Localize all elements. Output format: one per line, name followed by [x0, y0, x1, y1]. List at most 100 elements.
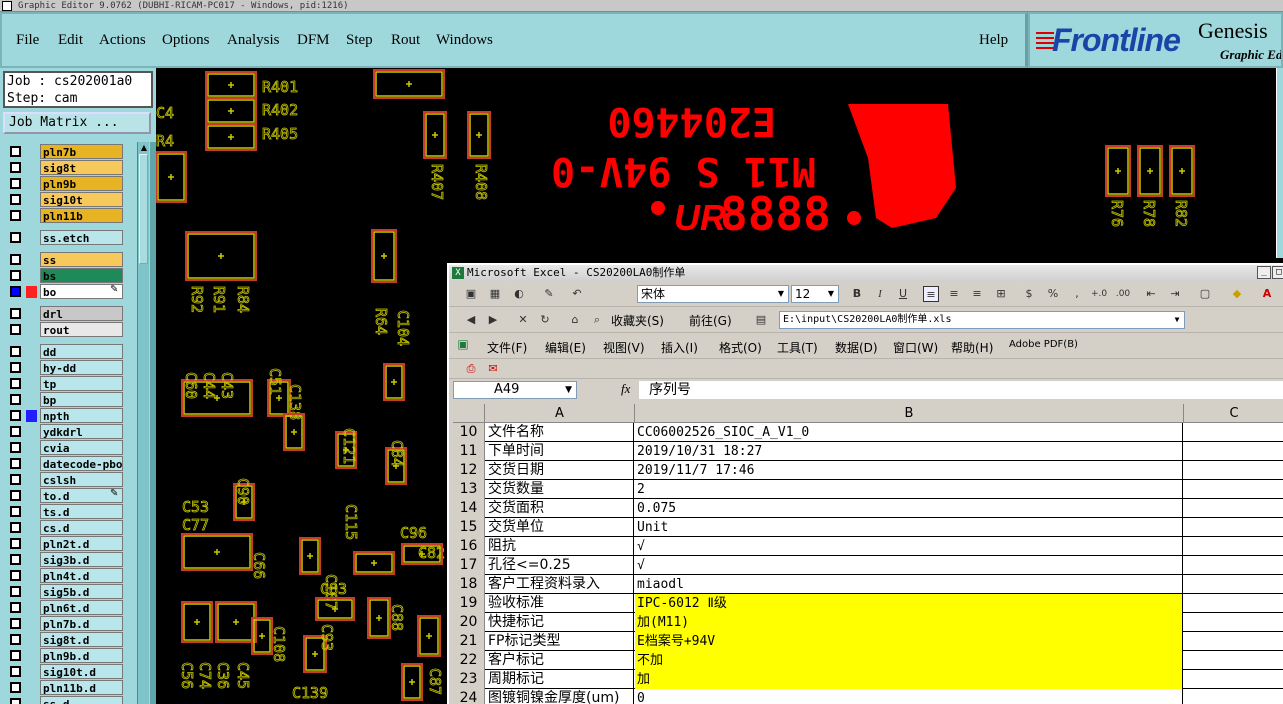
cell-a[interactable]: 文件名称 — [485, 423, 634, 442]
layer-checkbox[interactable] — [10, 362, 21, 373]
cell-b[interactable]: 加(M11) — [635, 613, 1183, 632]
cell-b[interactable]: E档案号+94V — [635, 632, 1183, 651]
layer-checkbox[interactable] — [10, 522, 21, 533]
indent-icon[interactable]: ⇥ — [1167, 286, 1183, 302]
layer-checkbox[interactable] — [10, 586, 21, 597]
cell-a[interactable]: 交货面积 — [485, 499, 634, 518]
layer-checkbox[interactable] — [10, 308, 21, 319]
layer-row[interactable]: tp — [4, 376, 134, 391]
excel-menu-item[interactable]: 帮助(H) — [951, 339, 993, 356]
pdf-mail-icon[interactable]: ✉ — [485, 361, 501, 377]
cell-b[interactable]: √ — [635, 537, 1183, 556]
excel-menu-item[interactable]: Adobe PDF(B) — [1009, 339, 1078, 350]
forward-icon[interactable]: ▶ — [485, 312, 501, 328]
cell-c[interactable] — [1184, 499, 1283, 518]
layer-row[interactable]: cs.d — [4, 520, 134, 535]
layer-row[interactable]: ss.d — [4, 696, 134, 704]
layer-row[interactable]: rout — [4, 322, 134, 337]
show-only-web-icon[interactable]: ▤ — [753, 312, 769, 328]
cell-b[interactable]: 2019/10/31 18:27 — [635, 442, 1183, 461]
layer-checkbox[interactable] — [10, 490, 21, 501]
comma-icon[interactable]: , — [1069, 286, 1085, 302]
circle-icon[interactable]: ◐ — [511, 286, 527, 302]
cell-a[interactable]: 周期标记 — [485, 670, 634, 689]
row-number[interactable]: 16 — [453, 537, 485, 556]
cell-a[interactable]: 客户标记 — [485, 651, 634, 670]
layer-checkbox[interactable] — [10, 634, 21, 645]
row-number[interactable]: 17 — [453, 556, 485, 575]
layer-row[interactable]: npth — [4, 408, 134, 423]
scroll-up-icon[interactable]: ▲ — [139, 142, 149, 153]
row-number[interactable]: 10 — [453, 423, 485, 442]
search-icon[interactable]: ⌕ — [589, 312, 605, 328]
layer-row[interactable]: ydkdrl — [4, 424, 134, 439]
layer-checkbox[interactable] — [10, 254, 21, 265]
layer-checkbox[interactable] — [10, 666, 21, 677]
cell-a[interactable]: 交货日期 — [485, 461, 634, 480]
cell-c[interactable] — [1184, 670, 1283, 689]
cell-b[interactable]: √ — [635, 556, 1183, 575]
cell-a[interactable]: 客户工程资料录入 — [485, 575, 634, 594]
cell-b[interactable]: 0.075 — [635, 499, 1183, 518]
layer-row[interactable]: hy-dd — [4, 360, 134, 375]
layer-checkbox[interactable] — [10, 442, 21, 453]
cell-b[interactable]: 2 — [635, 480, 1183, 499]
layer-row[interactable]: cslsh — [4, 472, 134, 487]
menu-file[interactable]: File — [16, 32, 39, 49]
cell-c[interactable] — [1184, 651, 1283, 670]
layer-row[interactable]: cvia — [4, 440, 134, 455]
cell-c[interactable] — [1184, 575, 1283, 594]
cell-b[interactable]: miaodl — [635, 575, 1183, 594]
stop-icon[interactable]: ✕ — [515, 312, 531, 328]
currency-icon[interactable]: $ — [1021, 286, 1037, 302]
cell-b[interactable]: CC06002526_SIOC_A_V1_0 — [635, 423, 1183, 442]
layer-row[interactable]: sig3b.d — [4, 552, 134, 567]
layer-row[interactable]: ss.etch — [4, 230, 134, 245]
font-size-select[interactable]: 12 ▼ — [791, 285, 839, 303]
excel-menu-item[interactable]: 编辑(E) — [545, 339, 586, 356]
layer-row[interactable]: pln7b — [4, 144, 134, 159]
cell-a[interactable]: 阻抗 — [485, 537, 634, 556]
excel-menu-item[interactable]: 工具(T) — [777, 339, 818, 356]
excel-menu-item[interactable]: 插入(I) — [661, 339, 698, 356]
row-number[interactable]: 21 — [453, 632, 485, 651]
cell-a[interactable]: 孔径<=0.25 — [485, 556, 634, 575]
brush-icon[interactable]: ✎ — [541, 286, 557, 302]
layer-row[interactable]: ts.d — [4, 504, 134, 519]
cell-b[interactable]: 加 — [635, 670, 1183, 689]
layer-row[interactable]: pln9b — [4, 176, 134, 191]
layer-checkbox[interactable] — [10, 346, 21, 357]
outdent-icon[interactable]: ⇤ — [1143, 286, 1159, 302]
grid-icon[interactable]: ▦ — [487, 286, 503, 302]
fx-icon[interactable]: fx — [621, 381, 630, 397]
layer-checkbox[interactable] — [10, 458, 21, 469]
layer-row[interactable]: bo ✎ — [4, 284, 134, 299]
bold-icon[interactable]: B — [849, 286, 865, 302]
layer-checkbox[interactable] — [10, 650, 21, 661]
home-icon[interactable]: ⌂ — [567, 312, 583, 328]
layer-row[interactable]: sig8t — [4, 160, 134, 175]
cell-c[interactable] — [1184, 537, 1283, 556]
menu-analysis[interactable]: Analysis — [227, 32, 280, 49]
layer-checkbox[interactable] — [10, 618, 21, 629]
layer-color-swatch[interactable] — [26, 286, 37, 298]
merge-icon[interactable]: ⊞ — [993, 286, 1009, 302]
layer-checkbox[interactable] — [10, 232, 21, 243]
cell-a[interactable]: 交货数量 — [485, 480, 634, 499]
pdf-convert-icon[interactable]: ⎙ — [463, 361, 479, 377]
layer-row[interactable]: bp — [4, 392, 134, 407]
row-number[interactable]: 18 — [453, 575, 485, 594]
underline-icon[interactable]: U — [895, 286, 911, 302]
layer-row[interactable]: to.d ✎ — [4, 488, 134, 503]
layer-row[interactable]: pln2t.d — [4, 536, 134, 551]
cell-c[interactable] — [1184, 632, 1283, 651]
cell-a[interactable]: FP标记类型 — [485, 632, 634, 651]
row-number[interactable]: 23 — [453, 670, 485, 689]
row-number[interactable]: 20 — [453, 613, 485, 632]
align-center-icon[interactable]: ≡ — [946, 286, 962, 302]
cell-a[interactable]: 快捷标记 — [485, 613, 634, 632]
layer-row[interactable]: sig10t.d — [4, 664, 134, 679]
layer-row[interactable]: sig8t.d — [4, 632, 134, 647]
layer-checkbox[interactable] — [10, 602, 21, 613]
decrease-decimal-icon[interactable]: .00 — [1115, 286, 1131, 302]
